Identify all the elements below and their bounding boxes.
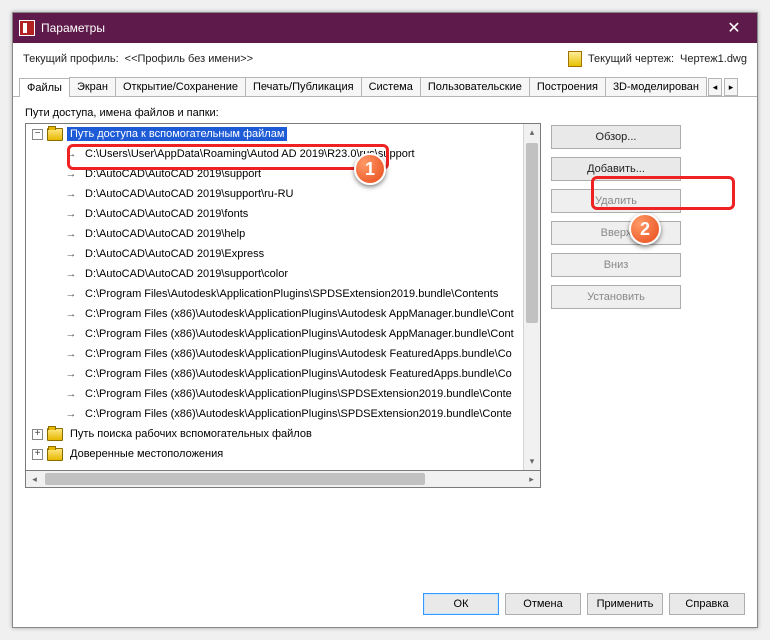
path-arrow-icon: →	[62, 148, 80, 160]
delete-button[interactable]: Удалить	[551, 189, 681, 213]
close-button[interactable]: ✕	[711, 13, 757, 43]
tree-root-label[interactable]: Путь доступа к вспомогательным файлам	[67, 127, 287, 141]
tab-system[interactable]: Система	[361, 77, 421, 96]
tree-caption: Пути доступа, имена файлов и папки:	[25, 107, 745, 119]
scroll-right-icon[interactable]: ▸	[523, 471, 540, 487]
scroll-thumb[interactable]	[526, 143, 538, 323]
path-arrow-icon: →	[62, 168, 80, 180]
path-arrow-icon: →	[62, 268, 80, 280]
folder-icon	[47, 448, 63, 461]
tree-sibling-item[interactable]: Доверенные местоположения	[67, 447, 226, 461]
scroll-down-icon[interactable]: ▾	[524, 453, 540, 470]
tabs-row: Файлы Экран Открытие/Сохранение Печать/П…	[13, 71, 757, 97]
help-button[interactable]: Справка	[669, 593, 745, 615]
tree-path-item[interactable]: D:\AutoCAD\AutoCAD 2019\fonts	[82, 207, 251, 221]
current-drawing-label: Текущий чертеж:	[588, 53, 674, 65]
tree-path-item[interactable]: C:\Program Files\Autodesk\ApplicationPlu…	[82, 287, 501, 301]
path-arrow-icon: →	[62, 228, 80, 240]
folder-icon	[47, 428, 63, 441]
tab-3d[interactable]: 3D-моделирован	[605, 77, 707, 96]
expander-plus-icon[interactable]: +	[32, 429, 43, 440]
current-drawing-value: Чертеж1.dwg	[680, 53, 747, 65]
path-arrow-icon: →	[62, 368, 80, 380]
tab-print-publish[interactable]: Печать/Публикация	[245, 77, 362, 96]
tree-path-item[interactable]: C:\Program Files (x86)\Autodesk\Applicat…	[82, 347, 515, 361]
tree-path-item[interactable]: C:\Program Files (x86)\Autodesk\Applicat…	[82, 307, 517, 321]
current-profile-label: Текущий профиль:	[23, 53, 119, 65]
window-title: Параметры	[41, 21, 105, 35]
horizontal-scrollbar[interactable]: ◂ ▸	[25, 471, 541, 488]
tree-path-item[interactable]: C:\Program Files (x86)\Autodesk\Applicat…	[82, 387, 515, 401]
path-arrow-icon: →	[62, 188, 80, 200]
cancel-button[interactable]: Отмена	[505, 593, 581, 615]
tree-path-item[interactable]: C:\Program Files (x86)\Autodesk\Applicat…	[82, 327, 517, 341]
tree-path-item[interactable]: C:\Program Files (x86)\Autodesk\Applicat…	[82, 367, 515, 381]
titlebar: Параметры ✕	[13, 13, 757, 43]
tree-path-item[interactable]: C:\Program Files (x86)\Autodesk\Applicat…	[82, 407, 515, 421]
folder-icon	[47, 128, 63, 141]
set-button[interactable]: Установить	[551, 285, 681, 309]
tab-user[interactable]: Пользовательские	[420, 77, 530, 96]
expander-minus-icon[interactable]: −	[32, 129, 43, 140]
down-button[interactable]: Вниз	[551, 253, 681, 277]
path-arrow-icon: →	[62, 208, 80, 220]
tab-drafting[interactable]: Построения	[529, 77, 606, 96]
tab-open-save[interactable]: Открытие/Сохранение	[115, 77, 246, 96]
tree-path-item[interactable]: D:\AutoCAD\AutoCAD 2019\support\ru-RU	[82, 187, 296, 201]
up-button[interactable]: Вверх	[551, 221, 681, 245]
expander-plus-icon[interactable]: +	[32, 449, 43, 460]
tree-path-item[interactable]: D:\AutoCAD\AutoCAD 2019\Express	[82, 247, 267, 261]
scroll-up-icon[interactable]: ▴	[524, 124, 540, 141]
callout-marker: 2	[629, 213, 661, 245]
path-arrow-icon: →	[62, 388, 80, 400]
callout-marker: 1	[354, 153, 386, 185]
app-logo-icon	[19, 20, 35, 36]
drawing-icon	[568, 51, 582, 67]
tree-path-item[interactable]: D:\AutoCAD\AutoCAD 2019\support\color	[82, 267, 291, 281]
path-arrow-icon: →	[62, 408, 80, 420]
current-profile-value: <<Профиль без имени>>	[125, 53, 253, 65]
tab-scroll-left[interactable]: ◂	[708, 78, 722, 96]
tree-view[interactable]: − Путь доступа к вспомогательным файлам …	[25, 123, 541, 471]
path-arrow-icon: →	[62, 248, 80, 260]
tab-screen[interactable]: Экран	[69, 77, 116, 96]
apply-button[interactable]: Применить	[587, 593, 663, 615]
add-button[interactable]: Добавить...	[551, 157, 681, 181]
scroll-thumb[interactable]	[45, 473, 425, 485]
browse-button[interactable]: Обзор...	[551, 125, 681, 149]
path-arrow-icon: →	[62, 348, 80, 360]
tree-sibling-item[interactable]: Путь поиска рабочих вспомогательных файл…	[67, 427, 315, 441]
tree-path-item[interactable]: D:\AutoCAD\AutoCAD 2019\help	[82, 227, 248, 241]
vertical-scrollbar[interactable]: ▴ ▾	[523, 124, 540, 470]
path-arrow-icon: →	[62, 308, 80, 320]
tab-files[interactable]: Файлы	[19, 78, 70, 97]
path-arrow-icon: →	[62, 288, 80, 300]
path-arrow-icon: →	[62, 328, 80, 340]
profile-row: Текущий профиль: <<Профиль без имени>> Т…	[13, 43, 757, 71]
tab-scroll-right[interactable]: ▸	[724, 78, 738, 96]
ok-button[interactable]: ОК	[423, 593, 499, 615]
scroll-left-icon[interactable]: ◂	[26, 471, 43, 487]
tree-path-item[interactable]: D:\AutoCAD\AutoCAD 2019\support	[82, 167, 264, 181]
